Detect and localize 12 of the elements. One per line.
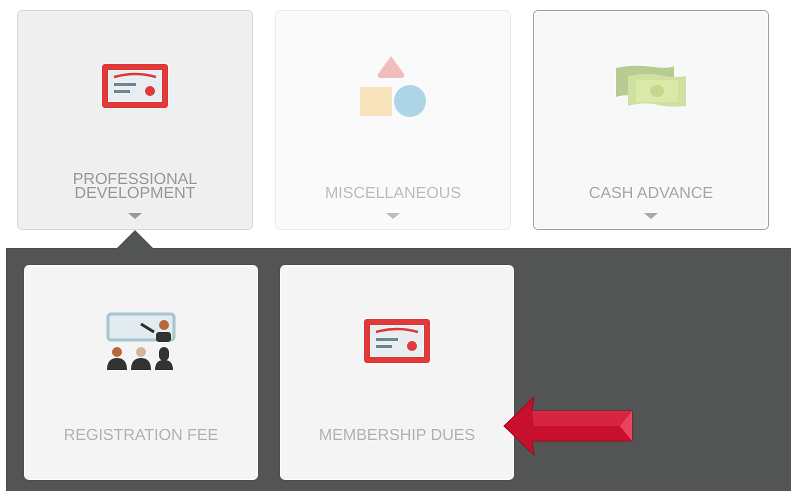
shapes-icon [358,54,428,118]
certificate-icon [362,317,432,365]
presenter-icon [106,312,176,370]
money-icon [614,64,688,108]
subcategory-card[interactable]: REGISTRATION FEE [24,265,258,480]
caret-icon [386,213,400,219]
certificate-icon [100,62,170,110]
category-card[interactable]: PROFESSIONAL DEVELOPMENT [17,10,253,230]
subcategory-card[interactable]: MEMBERSHIP DUES [280,265,514,480]
caret-icon [644,213,658,219]
caret-icon [128,213,142,219]
category-card[interactable]: CASH ADVANCE [533,10,769,230]
